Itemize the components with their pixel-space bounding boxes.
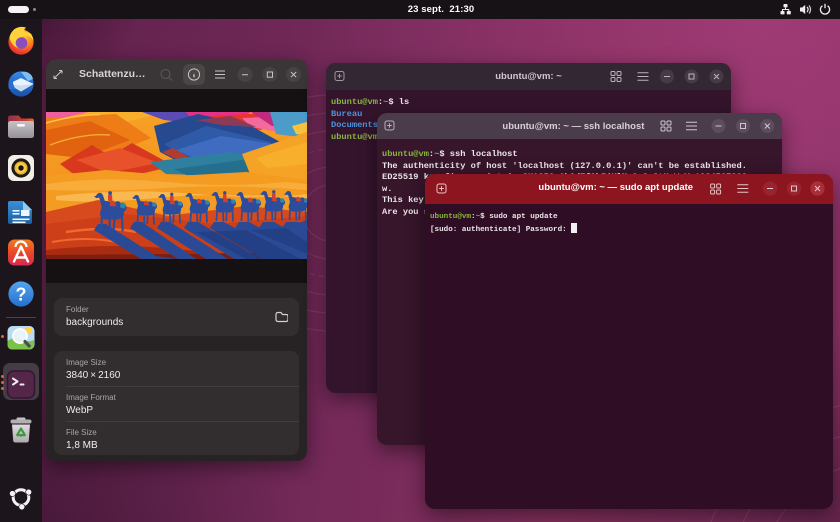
svg-text:?: ? (16, 285, 27, 305)
